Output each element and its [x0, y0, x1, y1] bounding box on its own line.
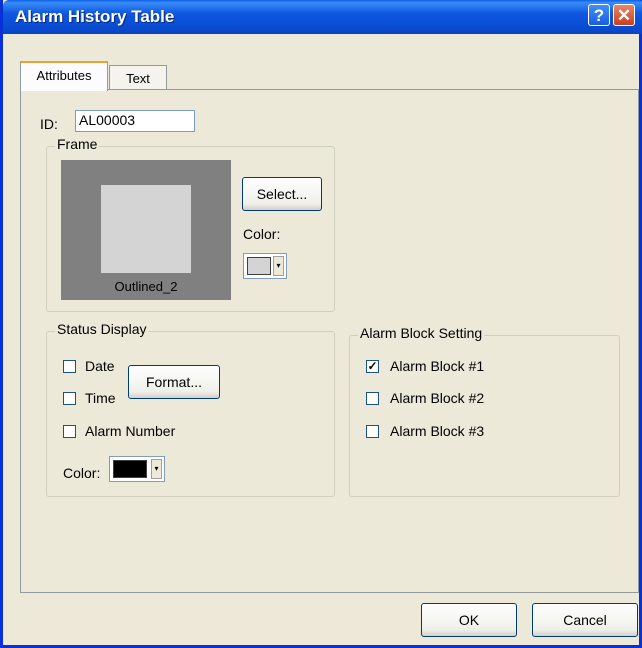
alarm-block-1-label: Alarm Block #1: [390, 358, 485, 374]
status-color-label: Color:: [63, 465, 101, 481]
date-checkbox[interactable]: [63, 360, 76, 373]
frame-color-label: Color:: [243, 226, 281, 242]
alarm-block-3-label: Alarm Block #3: [390, 423, 485, 439]
alarm-number-label: Alarm Number: [85, 423, 176, 439]
alarm-block-3-checkbox[interactable]: [366, 425, 379, 438]
status-color-picker[interactable]: ▾: [109, 456, 165, 482]
help-icon[interactable]: ?: [588, 4, 610, 26]
id-label: ID:: [40, 116, 58, 132]
format-button[interactable]: Format...: [128, 365, 220, 399]
time-checkbox[interactable]: [63, 392, 76, 405]
select-button[interactable]: Select...: [242, 177, 322, 211]
status-display-title: Status Display: [55, 321, 149, 337]
frame-preview: Outlined_2: [61, 160, 231, 300]
frame-color-fill: [247, 257, 271, 275]
id-input[interactable]: AL00003: [75, 110, 195, 132]
window-title: Alarm History Table: [15, 7, 175, 26]
date-label: Date: [85, 358, 115, 374]
time-label: Time: [85, 390, 116, 406]
frame-preview-label: Outlined_2: [114, 279, 178, 294]
alarm-block-title: Alarm Block Setting: [358, 325, 485, 341]
alarm-number-checkbox[interactable]: [63, 425, 76, 438]
alarm-block-2-label: Alarm Block #2: [390, 390, 485, 406]
alarm-block-2-checkbox[interactable]: [366, 392, 379, 405]
tab-attributes[interactable]: Attributes: [20, 61, 108, 91]
dialog-window: Alarm History Table ? ✕ Attributes Text …: [0, 0, 642, 648]
chevron-down-icon[interactable]: ▾: [151, 459, 162, 479]
cancel-button[interactable]: Cancel: [532, 603, 638, 637]
title-bar[interactable]: Alarm History Table ? ✕: [3, 0, 642, 34]
alarm-block-1-checkbox[interactable]: ✓: [366, 360, 379, 373]
status-color-fill: [113, 460, 147, 478]
chevron-down-icon[interactable]: ▾: [273, 256, 284, 276]
tab-text[interactable]: Text: [109, 65, 167, 90]
close-icon[interactable]: ✕: [613, 4, 635, 26]
frame-preview-inner: [101, 185, 191, 273]
frame-color-picker[interactable]: ▾: [243, 253, 287, 279]
frame-group-title: Frame: [55, 136, 100, 152]
ok-button[interactable]: OK: [421, 603, 517, 637]
